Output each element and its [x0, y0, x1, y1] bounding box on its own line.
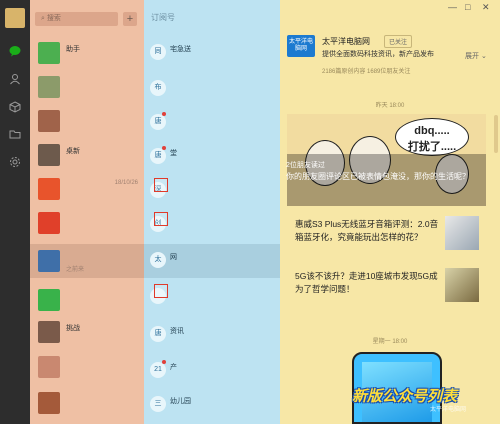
subscription-avatar: 太 [150, 252, 166, 268]
chat-list-panel: ⌕ 搜索 + 助手 桌新 18/10/26 之前来 挑战 [30, 0, 144, 424]
unread-dot [162, 112, 166, 116]
chat-avatar [38, 110, 60, 132]
close-icon[interactable]: ✕ [482, 2, 490, 13]
followed-badge[interactable]: 已关注 [384, 35, 413, 48]
subscription-name: 宅急送 [170, 46, 191, 53]
highlight-box [154, 284, 168, 298]
chat-row[interactable]: 之前来 [30, 244, 144, 278]
subscription-avatar: 布 [150, 80, 166, 96]
chat-row[interactable] [30, 70, 144, 104]
chat-row[interactable] [30, 283, 144, 317]
chat-avatar [38, 178, 60, 200]
chat-row[interactable]: 助手 [30, 36, 144, 70]
subscription-row[interactable]: 唐 [144, 106, 280, 140]
article-thumbnail [445, 268, 479, 302]
chat-avatar [38, 392, 60, 414]
chat-avatar [38, 144, 60, 166]
subscription-name: 产 [170, 364, 177, 371]
subscription-avatar: 21 [150, 362, 166, 378]
hero-title[interactable]: 你的朋友圈评论区已被表情包淹没，那你的生活呢？ [286, 171, 470, 182]
subscription-list-panel: 订阅号 同 宅急送 布 唐 唐 堂 深 创 太 网 唐 资讯 21 产 三 幼儿… [144, 0, 280, 424]
subscription-header: 订阅号 [151, 13, 175, 22]
time-separator: 星期一 18:00 [372, 339, 408, 345]
settings-icon[interactable] [8, 155, 22, 169]
chat-avatar [38, 321, 60, 343]
contacts-icon[interactable] [8, 72, 22, 86]
minimize-icon[interactable]: — [448, 2, 457, 12]
chat-avatar [38, 212, 60, 234]
chat-avatar [38, 289, 60, 311]
subscription-row[interactable]: 唐 资讯 [144, 318, 280, 352]
chat-row[interactable]: 18/10/26 [30, 172, 144, 206]
subscription-row[interactable]: 布 [144, 72, 280, 106]
highlight-box [154, 178, 168, 192]
unread-dot [162, 360, 166, 364]
subscription-row-selected[interactable]: 太 网 [144, 244, 280, 278]
subscription-name: 资讯 [170, 328, 184, 335]
chat-avatar [38, 42, 60, 64]
subscription-avatar: 唐 [150, 326, 166, 342]
promo-banner-text: 新版公众号列表 [352, 388, 458, 405]
maximize-icon[interactable]: □ [465, 2, 470, 12]
watermark: 太平洋电脑网 [430, 407, 467, 413]
chat-row[interactable] [30, 206, 144, 240]
article-title: 惠威S3 Plus无线蓝牙音箱评测：2.0音箱蓝牙化，究竟能玩出怎样的花？ [295, 219, 439, 242]
subscription-row[interactable]: 唐 堂 [144, 140, 280, 174]
user-avatar[interactable] [5, 8, 25, 28]
chat-time: 18/10/26 [114, 180, 138, 186]
search-icon: ⌕ [41, 15, 45, 22]
article-thumbnail [445, 216, 479, 250]
article-row[interactable]: 惠威S3 Plus无线蓝牙音箱评测：2.0音箱蓝牙化，究竟能玩出怎样的花？ [287, 216, 486, 256]
account-stats: 2186篇原创内容 1689位朋友关注 [322, 69, 411, 75]
chat-avatar [38, 250, 60, 272]
account-description: 提供全面数码科技资讯，新产品发布 [322, 51, 434, 58]
time-separator: 昨天 18:00 [375, 103, 405, 109]
subscription-row[interactable]: 创 [144, 208, 280, 242]
folder-icon[interactable] [8, 127, 22, 141]
cube-icon[interactable] [8, 100, 22, 114]
chat-row[interactable] [30, 350, 144, 384]
search-input[interactable]: ⌕ 搜索 [35, 12, 118, 26]
speech-bubble: dbq..... 打扰了..... [395, 118, 469, 156]
subscription-row[interactable]: 同 宅急送 [144, 36, 280, 70]
subscription-row[interactable]: 21 产 [144, 354, 280, 388]
account-name: 太平洋电脑网 [322, 37, 370, 46]
expand-button[interactable]: 展开 ⌄ [465, 51, 487, 61]
article-row[interactable]: 5G该不该升？走进10座城市发现5G成为了哲学问题！ [287, 268, 486, 308]
chat-row[interactable]: 挑战 [30, 315, 144, 349]
scrollbar[interactable] [494, 115, 498, 153]
read-by-friends: 2位朋友读过 [286, 162, 325, 169]
account-logo: 太平洋电脑网 [287, 35, 315, 57]
subscription-name: 幼儿园 [170, 398, 191, 405]
subscription-avatar: 同 [150, 44, 166, 60]
highlight-box [154, 212, 168, 226]
chat-row[interactable]: 桌新 [30, 138, 144, 172]
subscription-row[interactable]: 三 幼儿园 [144, 388, 280, 422]
subscription-avatar: 三 [150, 396, 166, 412]
chat-row[interactable] [30, 386, 144, 420]
subscription-row[interactable] [144, 280, 280, 314]
chevron-down-icon: ⌄ [480, 53, 487, 60]
chat-name: 挑战 [66, 325, 80, 332]
subscription-name: 堂 [170, 150, 177, 157]
chat-avatar [38, 76, 60, 98]
chat-row[interactable] [30, 104, 144, 138]
subscription-name: 网 [170, 254, 177, 261]
add-button[interactable]: + [123, 12, 137, 26]
unread-dot [162, 146, 166, 150]
chat-snippet: 之前来 [66, 267, 85, 273]
article-title: 5G该不该升？走进10座城市发现5G成为了哲学问题！ [295, 271, 438, 294]
chat-name: 桌新 [66, 148, 80, 155]
article-panel: — □ ✕ 太平洋电脑网 太平洋电脑网 已关注 提供全面数码科技资讯，新产品发布… [280, 0, 500, 424]
chat-avatar [38, 356, 60, 378]
subscription-row[interactable]: 深 [144, 174, 280, 208]
subscription-avatar: 唐 [150, 114, 166, 130]
subscription-avatar: 唐 [150, 148, 166, 164]
navigation-rail [0, 0, 30, 424]
chat-icon[interactable] [8, 44, 22, 58]
chat-name: 助手 [66, 46, 80, 53]
